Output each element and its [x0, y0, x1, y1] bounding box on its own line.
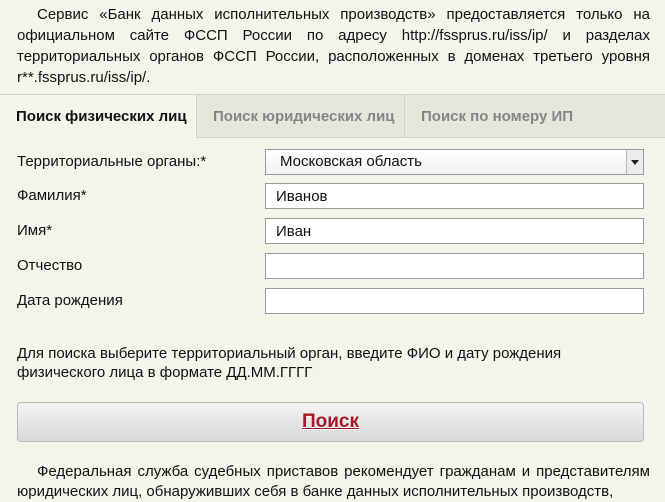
region-select-value: Московская область: [280, 153, 422, 170]
first-name-label: Имя*: [17, 222, 53, 239]
region-select[interactable]: Московская область: [265, 149, 644, 175]
birth-date-input[interactable]: [265, 288, 644, 314]
region-row: Территориальные органы:* Московская обла…: [17, 149, 644, 175]
search-button[interactable]: Поиск: [17, 402, 644, 442]
dropdown-arrow-icon[interactable]: [626, 150, 643, 174]
search-tabs: Поиск физических лиц Поиск юридических л…: [0, 94, 665, 138]
patronymic-label: Отчество: [17, 257, 83, 274]
search-hint: Для поиска выберите территориальный орга…: [17, 345, 562, 381]
last-name-input[interactable]: [265, 183, 644, 209]
first-name-row: Имя*: [17, 218, 644, 244]
tab-proceeding-number[interactable]: Поиск по номеру ИП: [405, 95, 665, 137]
tab-individuals[interactable]: Поиск физических лиц: [0, 95, 197, 138]
first-name-input[interactable]: [265, 218, 644, 244]
last-name-row: Фамилия*: [17, 183, 644, 209]
birth-date-row: Дата рождения: [17, 288, 644, 314]
last-name-label: Фамилия*: [17, 187, 87, 204]
service-description: Сервис «Банк данных исполнительных произ…: [17, 6, 650, 86]
patronymic-input[interactable]: [265, 253, 644, 279]
patronymic-row: Отчество: [17, 253, 644, 279]
region-label: Территориальные органы:*: [17, 153, 207, 170]
recommendation-text: Федеральная служба судебных приставов ре…: [17, 463, 650, 500]
search-button-label: Поиск: [301, 411, 360, 432]
tab-legal-entities[interactable]: Поиск юридических лиц: [197, 95, 405, 137]
birth-date-label: Дата рождения: [17, 292, 123, 309]
